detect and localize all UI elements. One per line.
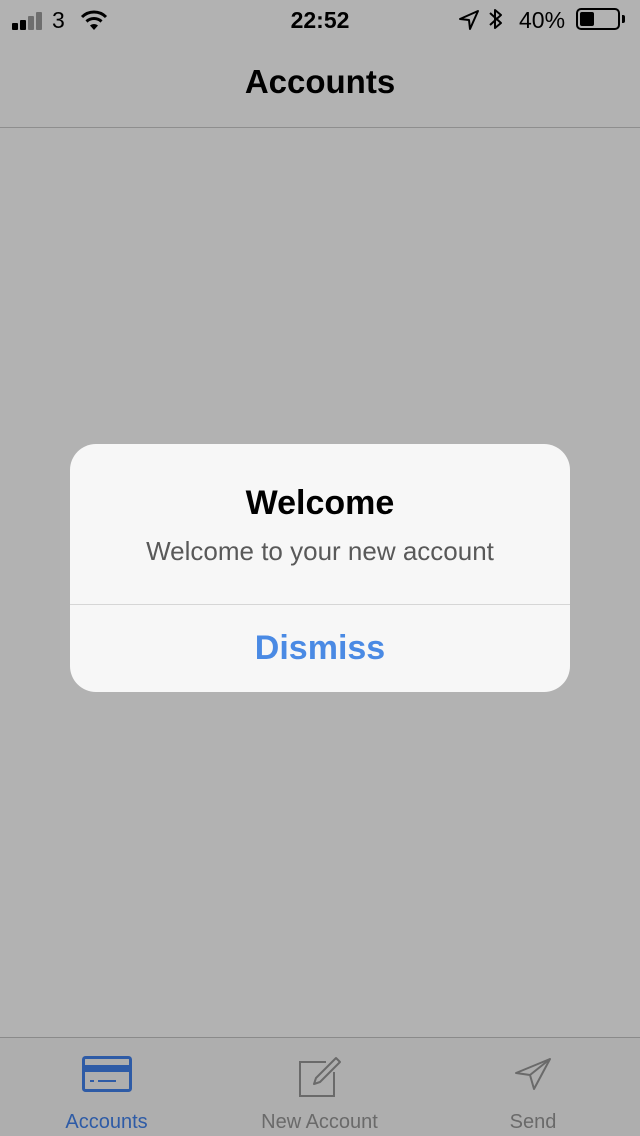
tab-label: New Account	[261, 1111, 378, 1133]
tab-send[interactable]: Send	[426, 1038, 640, 1136]
compose-icon	[296, 1056, 344, 1105]
navigation-bar: Accounts	[0, 40, 640, 128]
tab-accounts[interactable]: Accounts	[0, 1038, 213, 1136]
location-arrow-icon	[458, 9, 480, 37]
tab-bar: Accounts New Account Send	[0, 1037, 640, 1136]
tab-new-account[interactable]: New Account	[213, 1038, 426, 1136]
credit-card-icon	[81, 1056, 132, 1097]
battery-level	[580, 12, 594, 26]
alert-message: Welcome to your new account	[146, 536, 494, 566]
alert-title: Welcome	[245, 484, 395, 522]
tab-label: Send	[509, 1111, 557, 1133]
status-bar: 3 22:52 40%	[0, 0, 640, 40]
page-title: Accounts	[244, 63, 396, 100]
dismiss-button[interactable]: Dismiss	[70, 605, 570, 692]
bluetooth-icon	[488, 7, 504, 37]
battery-tip	[622, 15, 625, 23]
tab-label: Accounts	[65, 1111, 148, 1133]
battery-icon	[576, 8, 620, 30]
paper-plane-icon	[513, 1056, 553, 1097]
battery-percent: 40%	[519, 7, 566, 33]
welcome-alert: Welcome Welcome to your new account Dism…	[70, 444, 570, 692]
